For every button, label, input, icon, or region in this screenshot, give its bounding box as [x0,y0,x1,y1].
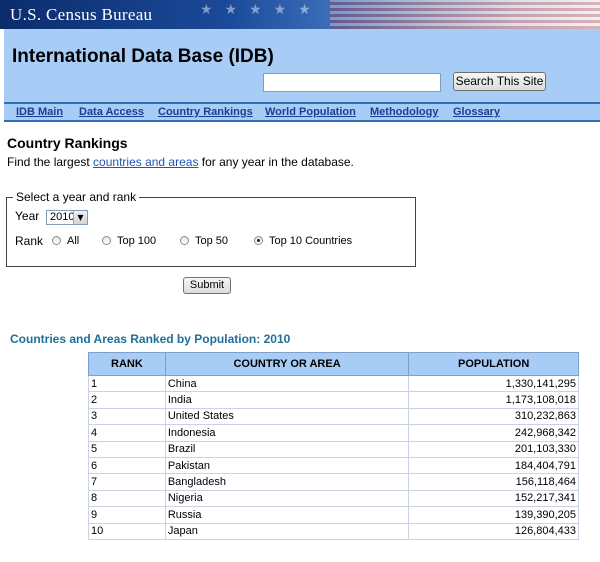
country-cell: China [164,374,410,393]
intro-text: Find the largest countries and areas for… [7,155,354,169]
nav-data-access[interactable]: Data Access [79,106,144,118]
radio-top-100[interactable] [102,236,111,245]
rank-cell: 3 [88,407,166,426]
flag-stripes-decoration [330,0,600,29]
search-input[interactable] [263,73,441,92]
year-select-value: 2010 [50,211,75,223]
population-cell: 156,118,464 [408,473,579,491]
country-cell: Brazil [164,440,410,458]
rank-cell: 6 [88,456,166,475]
column-header-rank: RANK [88,352,166,376]
submit-button[interactable]: Submit [183,277,231,294]
agency-logo-text[interactable]: U.S. Census Bureau [10,5,152,25]
rank-cell: 5 [88,440,166,458]
table-row: 4 Indonesia 242,968,342 [88,424,579,442]
table-row: 9 Russia 139,390,205 [88,506,579,524]
country-cell: United States [164,407,410,426]
radio-top-50[interactable] [180,236,189,245]
table-row: 3 United States 310,232,863 [88,407,579,426]
rank-cell: 4 [88,424,166,442]
population-cell: 310,232,863 [408,407,579,426]
site-header: International Data Base (IDB) Search Thi… [4,29,600,102]
rank-cell: 1 [88,374,166,393]
country-cell: Japan [164,522,410,540]
rank-cell: 9 [88,506,166,524]
rank-cell: 2 [88,391,166,409]
country-cell: India [164,391,410,409]
radio-all-label[interactable]: All [67,235,79,247]
radio-top-100-label[interactable]: Top 100 [117,235,156,247]
year-label: Year [15,209,40,223]
nav-idb-main[interactable]: IDB Main [16,106,63,118]
chevron-down-icon[interactable]: ▼ [73,211,87,224]
year-rank-fieldset: Select a year and rank [6,190,416,267]
population-cell: 1,173,108,018 [408,391,579,409]
main-nav: IDB Main Data Access Country Rankings Wo… [4,102,600,122]
nav-world-population[interactable]: World Population [265,106,356,118]
country-cell: Russia [164,506,410,524]
table-row: 5 Brazil 201,103,330 [88,440,579,458]
table-row: 6 Pakistan 184,404,791 [88,456,579,475]
rank-cell: 10 [88,522,166,540]
rankings-table: RANK COUNTRY OR AREA POPULATION 1 China … [88,352,579,540]
search-button[interactable]: Search This Site [453,72,546,91]
population-cell: 242,968,342 [408,424,579,442]
fieldset-legend: Select a year and rank [16,190,137,204]
rank-label: Rank [15,234,44,248]
radio-top-10-countries[interactable] [254,236,263,245]
population-cell: 126,804,433 [408,522,579,540]
table-row: 1 China 1,330,141,295 [88,374,579,393]
population-cell: 201,103,330 [408,440,579,458]
country-cell: Indonesia [164,424,410,442]
country-cell: Pakistan [164,456,410,475]
nav-glossary[interactable]: Glossary [453,106,500,118]
table-row: 10 Japan 126,804,433 [88,522,579,540]
column-header-country: COUNTRY OR AREA [164,352,410,376]
radio-top-10-countries-label[interactable]: Top 10 Countries [269,235,352,247]
population-cell: 184,404,791 [408,456,579,475]
table-row: 8 Nigeria 152,217,341 [88,489,579,508]
flag-stars-decoration: ★★★★★ [200,2,323,18]
countries-and-areas-link[interactable]: countries and areas [93,155,198,169]
page-heading: Country Rankings [7,135,128,151]
population-cell: 152,217,341 [408,489,579,508]
radio-top-50-label[interactable]: Top 50 [195,235,228,247]
year-select[interactable]: 2010 ▼ [46,210,88,225]
column-header-population: POPULATION [408,352,579,376]
table-title: Countries and Areas Ranked by Population… [10,332,291,346]
site-title: International Data Base (IDB) [12,46,274,67]
census-banner: ★★★★★ U.S. Census Bureau [0,0,600,29]
nav-methodology[interactable]: Methodology [370,106,438,118]
radio-all[interactable] [52,236,61,245]
table-row: 2 India 1,173,108,018 [88,391,579,409]
table-row: 7 Bangladesh 156,118,464 [88,473,579,491]
country-cell: Nigeria [164,489,410,508]
country-cell: Bangladesh [164,473,410,491]
rank-cell: 8 [88,489,166,508]
population-cell: 1,330,141,295 [408,374,579,393]
table-header-row: RANK COUNTRY OR AREA POPULATION [88,352,579,376]
nav-country-rankings[interactable]: Country Rankings [158,106,253,118]
rank-cell: 7 [88,473,166,491]
population-cell: 139,390,205 [408,506,579,524]
intro-text-before: Find the largest [7,155,94,169]
intro-text-after: for any year in the database. [198,155,354,169]
